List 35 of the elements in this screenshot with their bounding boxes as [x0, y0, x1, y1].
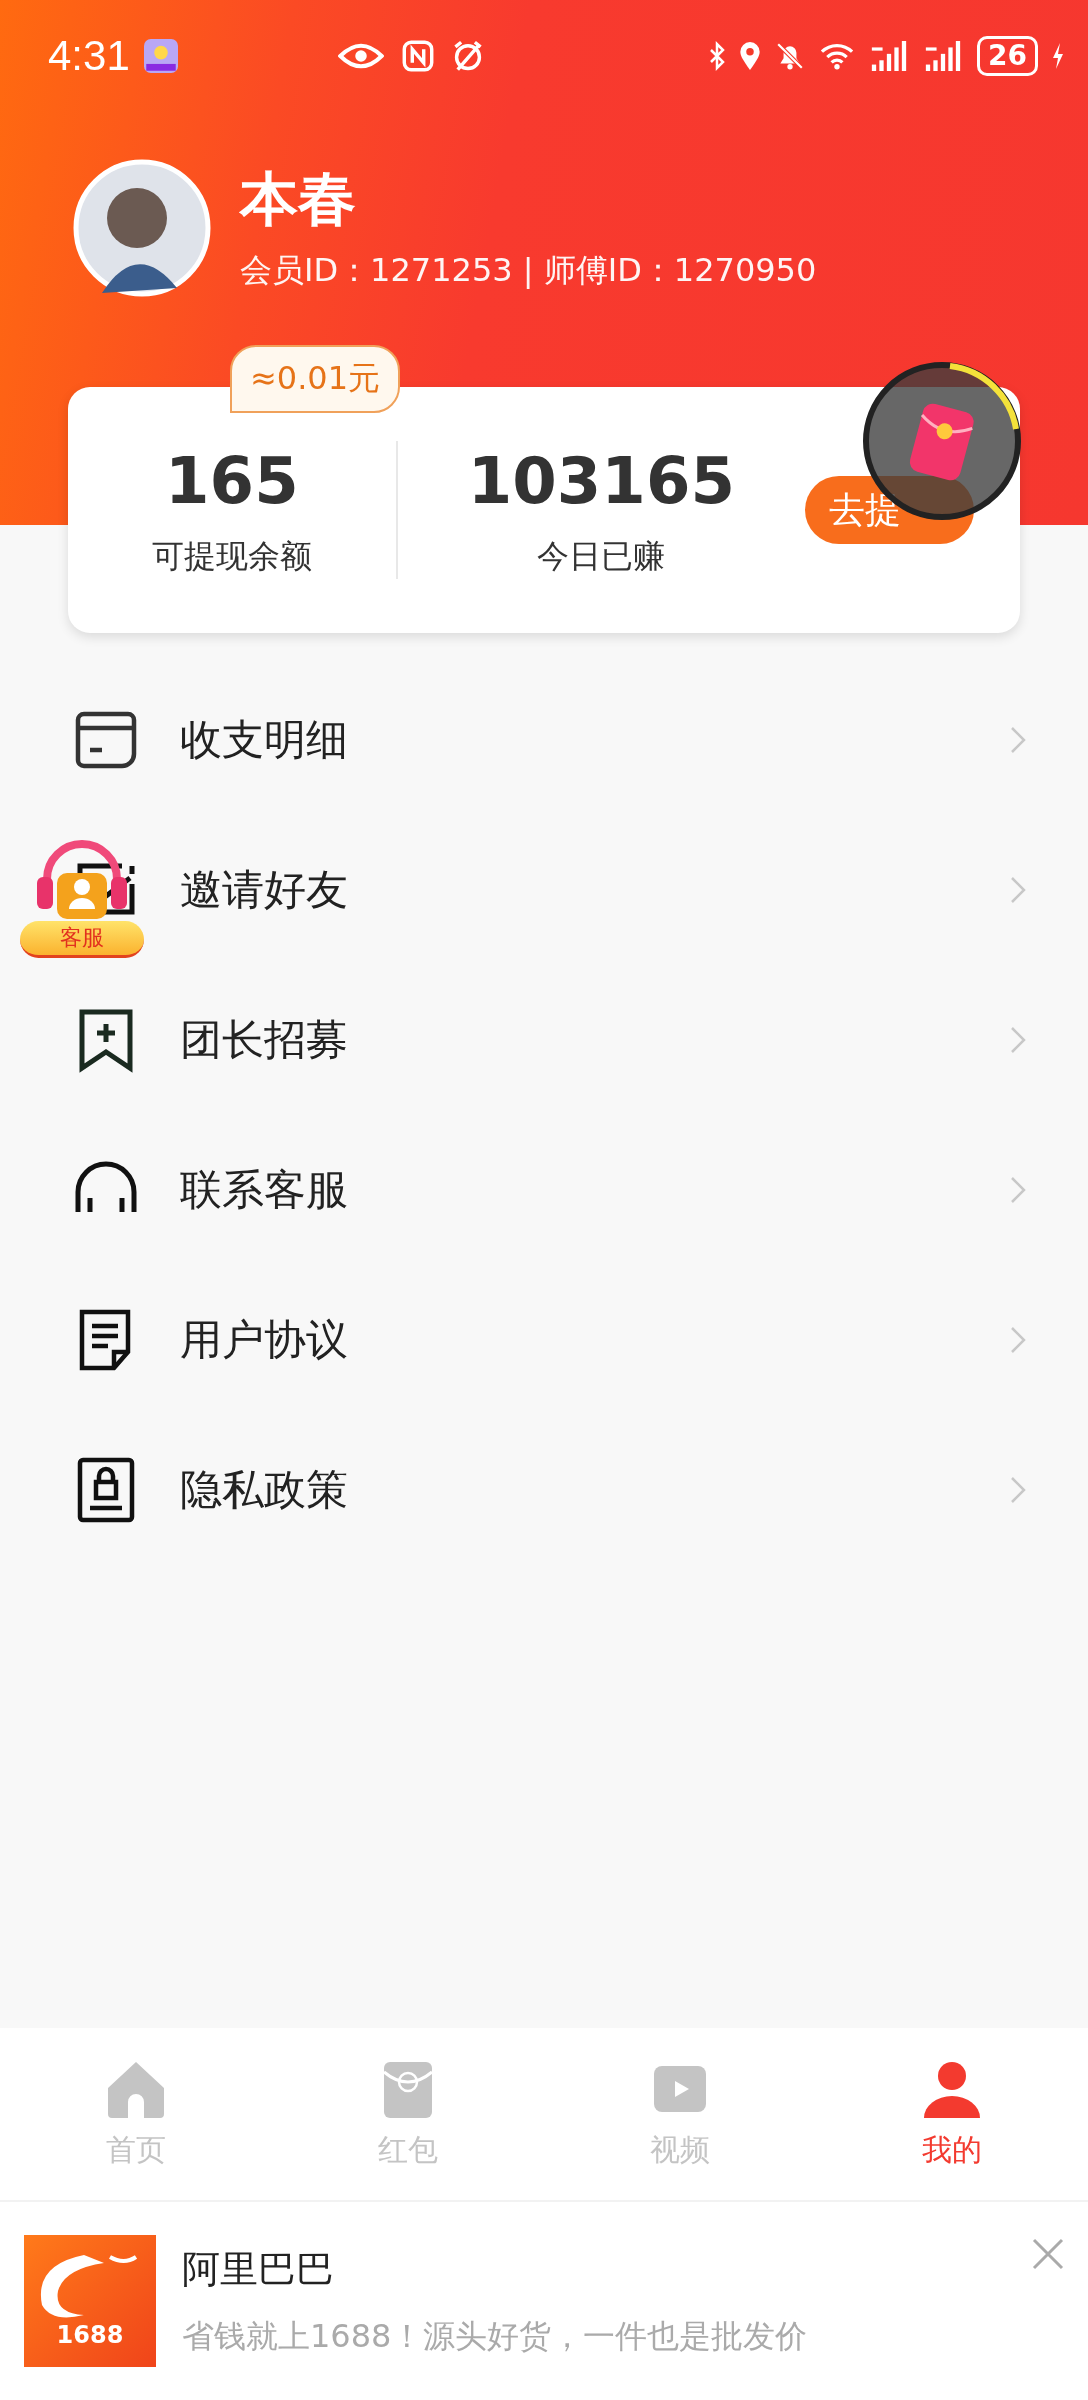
- menu-item[interactable]: 团长招募: [180, 1012, 348, 1068]
- stat-value: 103165: [467, 443, 735, 520]
- menu-item[interactable]: 隐私政策: [180, 1462, 348, 1518]
- ad-text: 省钱就上1688！源头好货，一件也是批发价: [182, 2315, 808, 2357]
- chevron-icon: [1010, 1476, 1026, 1504]
- chevron-icon: [1010, 1026, 1026, 1054]
- location-icon: [739, 41, 762, 71]
- bluetooth-icon: [709, 41, 726, 71]
- battery-indicator: 26: [977, 36, 1038, 76]
- nfc-icon: [401, 40, 434, 72]
- stat-label: 今日已赚: [537, 536, 666, 577]
- chevron-icon: [1010, 1326, 1026, 1354]
- menu-item[interactable]: 收支明细: [180, 712, 348, 768]
- service-label: 客服: [20, 921, 144, 958]
- stat-value: 165: [165, 443, 299, 520]
- status-time: 4:31: [48, 32, 130, 80]
- charging-icon: [1052, 42, 1064, 70]
- menu-item[interactable]: 用户协议: [180, 1312, 348, 1368]
- mute-bell-icon: [775, 41, 806, 71]
- chevron-icon: [1010, 1176, 1026, 1204]
- ad-title: 阿里巴巴: [182, 2245, 335, 2293]
- logo-text: 1688: [56, 2321, 124, 2349]
- tab-item[interactable]: 我的: [816, 2057, 1088, 2171]
- chevron-icon: [1010, 876, 1026, 904]
- user-name: 本春: [240, 164, 357, 235]
- alarm-icon: [451, 40, 484, 72]
- menu-item[interactable]: 联系客服: [180, 1162, 348, 1218]
- wifi-icon: [819, 42, 856, 70]
- user-ids: 会员ID：1271253 | 师傅ID：1270950: [240, 250, 817, 291]
- app-icon: [143, 39, 178, 73]
- stat-label: 可提现余额: [151, 536, 312, 577]
- menu-item[interactable]: 邀请好友: [180, 862, 348, 918]
- chevron-icon: [1010, 726, 1026, 754]
- amount-bubble: ≈0.01元: [230, 345, 401, 413]
- eye-icon: [337, 42, 384, 70]
